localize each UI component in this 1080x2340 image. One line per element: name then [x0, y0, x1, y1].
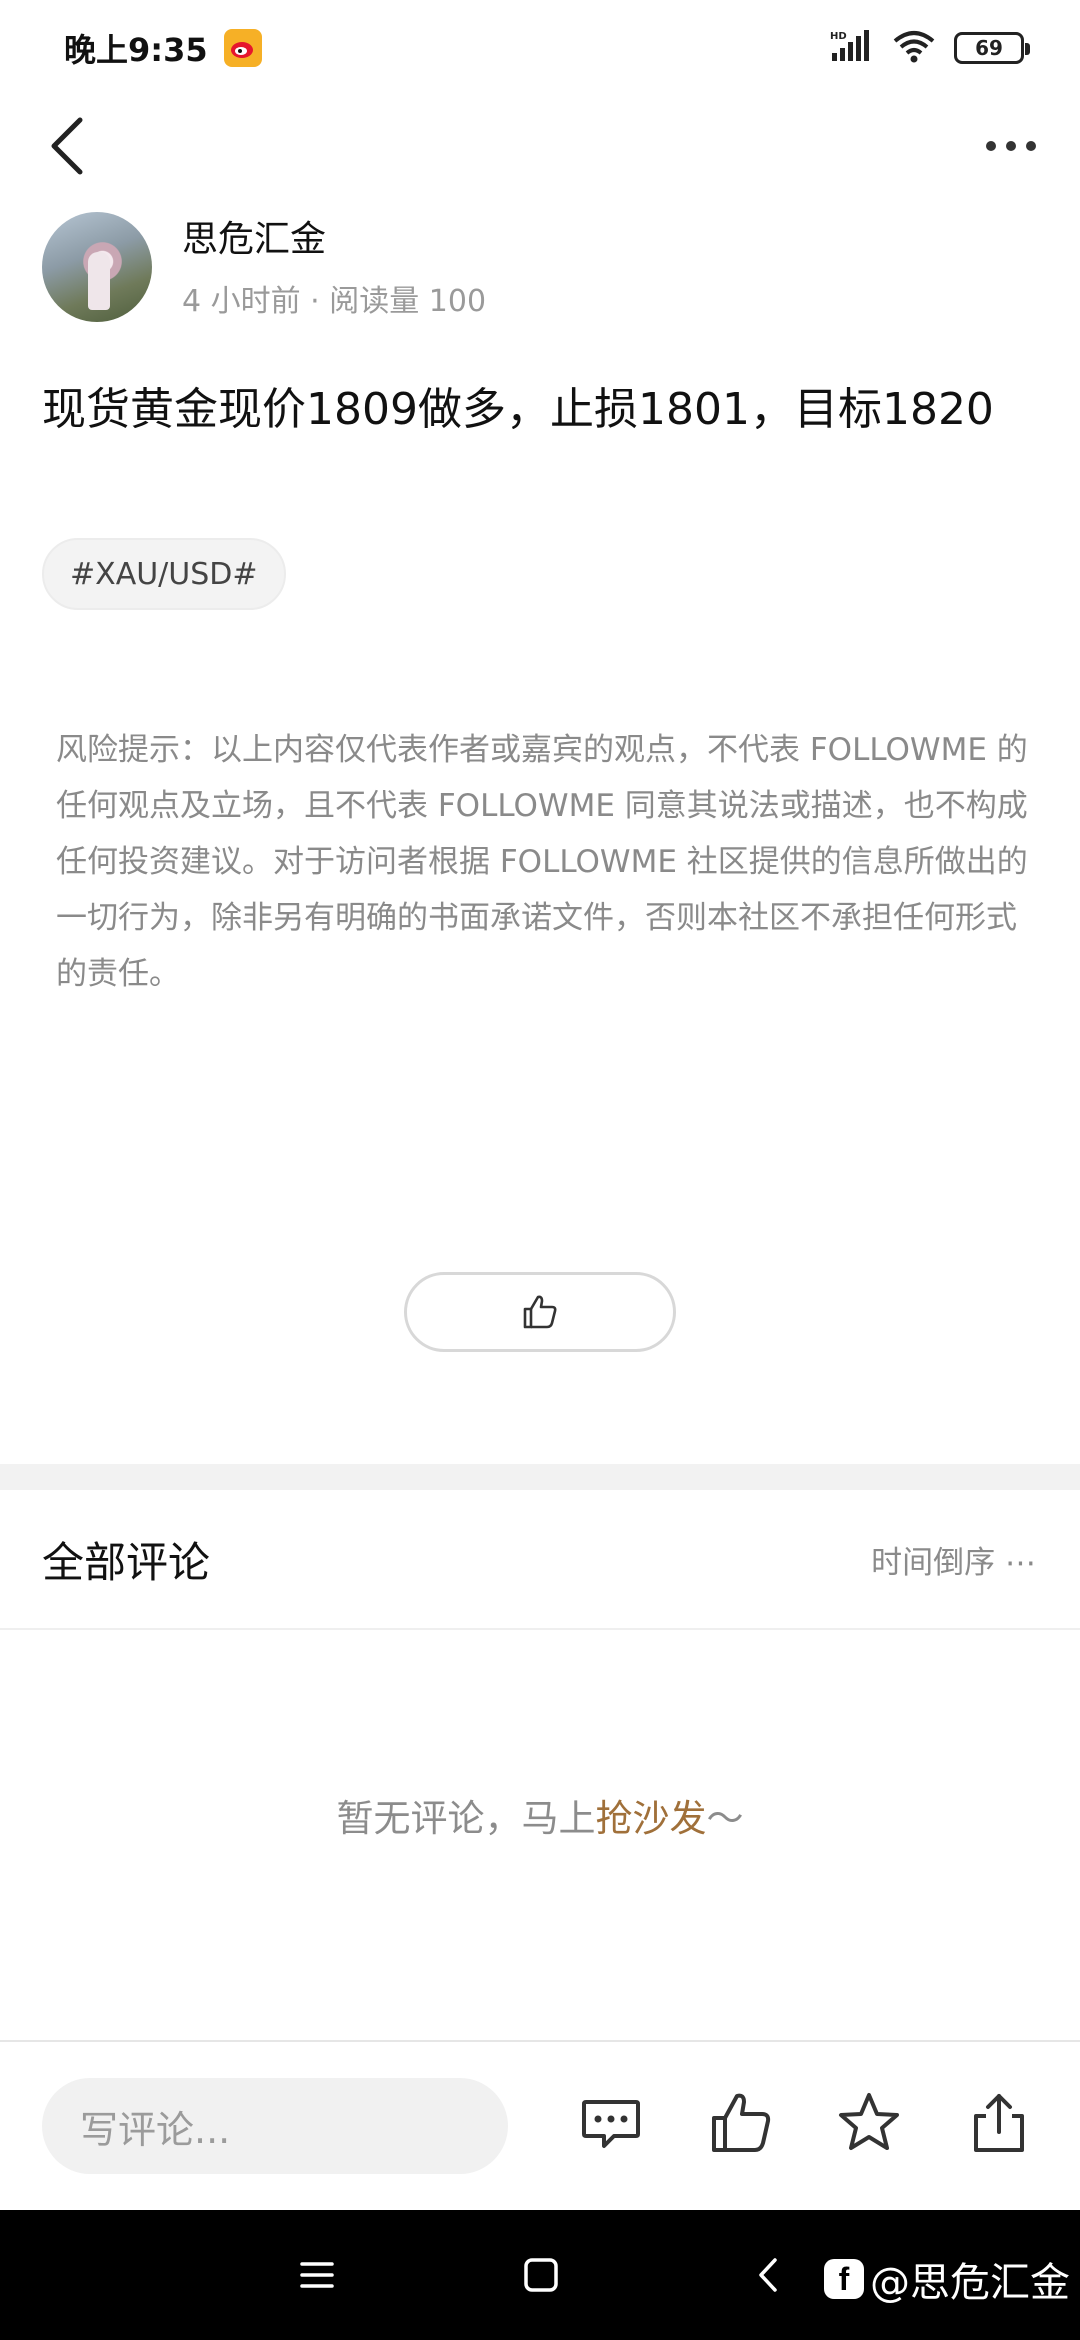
thumbs-up-icon: [712, 2093, 771, 2152]
author-meta: 4 小时前 · 阅读量 100: [182, 284, 487, 319]
weibo-icon: [223, 29, 262, 67]
chevron-left-icon: [51, 117, 83, 175]
signal-icon: HD: [830, 29, 874, 67]
star-icon: [839, 2093, 899, 2150]
top-nav: [0, 96, 1080, 196]
author-name[interactable]: 思危汇金: [182, 210, 486, 262]
comment-icon: [582, 2100, 640, 2148]
menu-icon: [300, 2262, 334, 2288]
back-button[interactable]: [44, 114, 94, 178]
bottom-action-bar: 写评论...: [0, 2040, 1080, 2210]
empty-suffix: ～: [706, 1797, 744, 1840]
empty-prefix: 暂无评论，马上: [336, 1797, 596, 1840]
share-button[interactable]: [964, 2088, 1034, 2158]
favorite-button[interactable]: [834, 2088, 904, 2158]
topic-tag[interactable]: #XAU/USD#: [42, 538, 286, 610]
status-left: 晚上9:35: [64, 25, 262, 71]
like-button[interactable]: [404, 1272, 676, 1352]
facebook-icon: f: [824, 2259, 864, 2299]
watermark-text: @思危汇金: [870, 2260, 1070, 2306]
square-icon: [524, 2258, 558, 2292]
back-nav-button[interactable]: [744, 2250, 794, 2300]
avatar[interactable]: [42, 212, 152, 322]
author-info: 思危汇金 4 小时前 · 阅读量 100: [182, 214, 486, 320]
empty-comments-message: 暂无评论，马上抢沙发～: [0, 1788, 1080, 1842]
thumbs-up-icon: [523, 1295, 557, 1329]
menu-nav-button[interactable]: [292, 2250, 342, 2300]
share-icon: [974, 2094, 1024, 2152]
comments-header: 全部评论 时间倒序 ⋯: [0, 1490, 1080, 1630]
status-right: HD 69: [830, 29, 1030, 67]
chevron-left-icon: [759, 2258, 777, 2292]
comment-button[interactable]: [576, 2088, 646, 2158]
more-dot: [986, 141, 996, 151]
svg-text:HD: HD: [830, 31, 847, 42]
risk-disclaimer: 风险提示：以上内容仅代表作者或嘉宾的观点，不代表 FOLLOWME 的任何观点及…: [56, 732, 1028, 992]
status-bar: 晚上9:35 HD 69: [0, 0, 1080, 96]
more-button[interactable]: [976, 116, 1046, 176]
comment-input[interactable]: 写评论...: [42, 2078, 508, 2174]
home-nav-button[interactable]: [516, 2250, 566, 2300]
sort-toggle[interactable]: 时间倒序 ⋯: [871, 1537, 1036, 1582]
post-title: 现货黄金现价1809做多，止损1801，目标1820: [42, 384, 994, 435]
first-comment-link[interactable]: 抢沙发: [596, 1797, 707, 1840]
more-dot: [1006, 141, 1016, 151]
wifi-icon: [892, 29, 936, 67]
comments-title: 全部评论: [42, 1537, 211, 1587]
status-time: 晚上9:35: [64, 31, 208, 69]
watermark: f @思危汇金: [824, 2250, 1070, 2308]
battery-indicator: 69: [954, 32, 1030, 64]
more-dot: [1026, 141, 1036, 151]
like-action-button[interactable]: [706, 2088, 776, 2158]
section-divider: [0, 1464, 1080, 1490]
system-nav-bar: f @思危汇金: [0, 2210, 1080, 2340]
author-block[interactable]: 思危汇金 4 小时前 · 阅读量 100: [42, 212, 486, 322]
